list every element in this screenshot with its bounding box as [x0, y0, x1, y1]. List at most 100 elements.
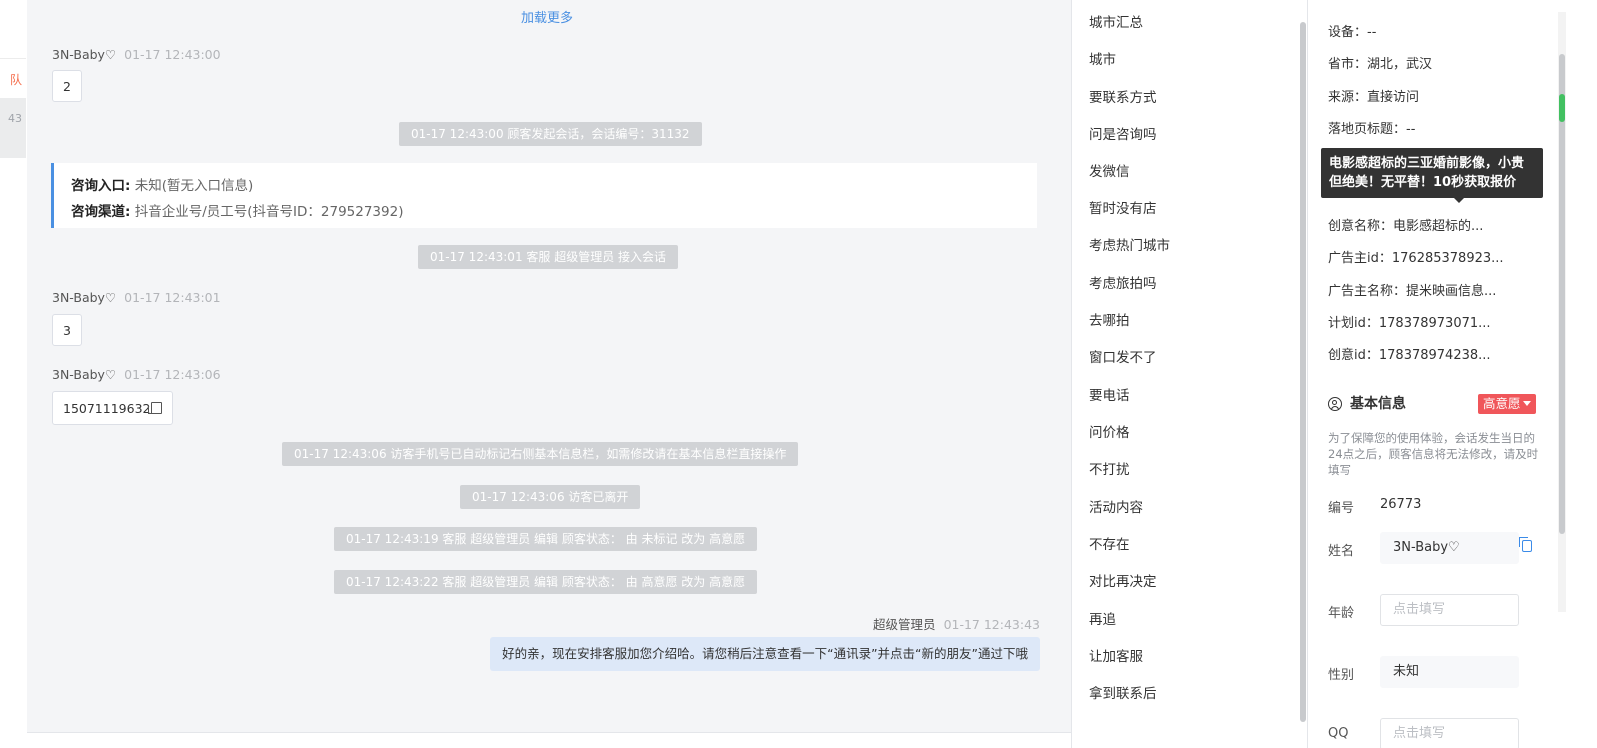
tag-item[interactable]: 去哪拍: [1089, 309, 1130, 329]
info-row-device: 设备：--: [1328, 21, 1376, 40]
info-label: 广告主名称：: [1328, 284, 1407, 299]
input-area-edge[interactable]: [27, 732, 1091, 748]
tag-item[interactable]: 城市: [1089, 48, 1116, 68]
customer-message: 2: [52, 70, 82, 102]
tag-item[interactable]: 城市汇总: [1089, 11, 1143, 31]
system-message: 01-17 12:43:19 客服 超级管理员 编辑 顾客状态： 由 未标记 改…: [334, 527, 758, 551]
message-meta: 3N-Baby♡ 01-17 12:43:06: [52, 367, 221, 382]
info-row-advertiser-name: 广告主名称：提米映画信息...: [1328, 280, 1496, 299]
info-label: 落地页标题：: [1328, 122, 1407, 137]
info-value: 176285378923...: [1391, 251, 1504, 266]
info-row-plan-id: 计划id：178378973071...: [1328, 312, 1491, 331]
id-value: 26773: [1380, 497, 1422, 512]
info-row-source: 来源：直接访问: [1328, 86, 1419, 105]
info-value: 178378974238...: [1378, 348, 1491, 363]
info-value: 湖北，武汉: [1367, 57, 1433, 72]
agent-message: 好的亲，现在安排客服加您介绍哈。请您稍后注意查看一下“通讯录”并点击“新的朋友”…: [490, 637, 1040, 671]
queue-tab[interactable]: 队: [0, 58, 26, 99]
user-icon: [1328, 397, 1342, 411]
info-row-landing-title: 落地页标题：--: [1328, 118, 1415, 137]
tag-list-scrollbar[interactable]: [1300, 22, 1306, 722]
tag-item[interactable]: 问是咨询吗: [1089, 123, 1157, 143]
tag-item[interactable]: 让加客服: [1089, 645, 1143, 665]
qq-field[interactable]: 点击填写: [1380, 718, 1519, 748]
message-time: 01-17 12:43:06: [124, 367, 221, 382]
customer-message: 3: [52, 314, 82, 346]
customer-message: 15071119632: [52, 391, 174, 425]
agent-name: 超级管理员: [873, 617, 936, 632]
basic-info-title: 基本信息: [1350, 396, 1406, 412]
channel-label: 咨询渠道:: [71, 204, 131, 220]
message-meta: 3N-Baby♡ 01-17 12:43:01: [52, 290, 221, 305]
tag-item[interactable]: 不打扰: [1089, 458, 1130, 478]
message-meta: 3N-Baby♡ 01-17 12:43:00: [52, 47, 221, 62]
basic-info-heading: 基本信息: [1328, 393, 1406, 413]
system-message: 01-17 12:43:00 顾客发起会话，会话编号：31132: [399, 122, 702, 146]
message-text: 15071119632: [63, 401, 151, 416]
active-session-item[interactable]: 43: [0, 98, 26, 158]
tag-item[interactable]: 考虑旅拍吗: [1089, 272, 1157, 292]
info-label: 广告主id：: [1328, 251, 1392, 266]
edit-notice: 为了保障您的使用体验，会话发生当日的24点之后，顾客信息将无法修改，请及时填写: [1328, 431, 1539, 477]
age-field[interactable]: 点击填写: [1380, 594, 1519, 626]
info-label: 设备：: [1328, 25, 1368, 40]
session-time: 43: [8, 112, 22, 125]
tag-item[interactable]: 活动内容: [1089, 496, 1143, 516]
agent-message-meta: 超级管理员 01-17 12:43:43: [873, 614, 1040, 633]
info-panel-scrollbar[interactable]: [1558, 12, 1566, 612]
message-text: 好的亲，现在安排客服加您介绍哈。请您稍后注意查看一下“通讯录”并点击“新的朋友”…: [502, 646, 1028, 661]
session-list-edge: 队 43: [0, 0, 28, 748]
age-label: 年龄: [1328, 606, 1355, 621]
qq-label: QQ: [1328, 726, 1349, 741]
queue-tab-label: 队: [9, 73, 22, 87]
tag-item[interactable]: 不存在: [1089, 533, 1130, 553]
load-more-link[interactable]: 加载更多: [27, 7, 1067, 26]
message-text: 3: [63, 323, 71, 338]
gender-label: 性别: [1328, 668, 1355, 683]
name-label: 姓名: [1328, 544, 1355, 559]
info-label: 创意名称：: [1328, 219, 1394, 234]
scrollbar-thumb[interactable]: [1559, 54, 1565, 534]
tag-item[interactable]: 窗口发不了: [1089, 346, 1157, 366]
entry-label: 咨询入口:: [71, 178, 131, 194]
info-label: 创意id：: [1328, 348, 1379, 363]
tag-item[interactable]: 要联系方式: [1089, 86, 1157, 106]
info-label: 省市：: [1328, 57, 1368, 72]
tag-item[interactable]: 发微信: [1089, 160, 1130, 180]
creative-name-tooltip: 电影感超标的三亚婚前影像，小贵但绝美！无平替！10秒获取报价: [1321, 148, 1543, 203]
info-row-creative-name[interactable]: 创意名称：电影感超标的...: [1328, 215, 1483, 234]
info-row-advertiser-id: 广告主id：176285378923...: [1328, 247, 1504, 266]
tag-item[interactable]: 对比再决定: [1089, 570, 1157, 590]
tag-item[interactable]: 暂时没有店: [1089, 197, 1157, 217]
tag-item[interactable]: 考虑热门城市: [1089, 234, 1170, 254]
info-row-region: 省市：湖北，武汉: [1328, 53, 1432, 72]
system-message: 01-17 12:43:06 访客已离开: [460, 485, 641, 509]
quick-tag-list: 城市汇总 城市 要联系方式 问是咨询吗 发微信 暂时没有店 考虑热门城市 考虑旅…: [1071, 0, 1308, 748]
copy-icon[interactable]: [1519, 537, 1532, 552]
intent-label: 高意愿: [1483, 396, 1521, 411]
id-label: 编号: [1328, 501, 1355, 516]
sender-name: 3N-Baby♡: [52, 290, 117, 305]
info-value: 178378973071...: [1378, 316, 1491, 331]
sender-name: 3N-Baby♡: [52, 367, 117, 382]
tag-item[interactable]: 问价格: [1089, 421, 1130, 441]
tag-item[interactable]: 要电话: [1089, 384, 1130, 404]
sender-name: 3N-Baby♡: [52, 47, 117, 62]
info-value: --: [1367, 25, 1377, 40]
caret-down-icon: [1522, 401, 1531, 406]
system-message: 01-17 12:43:06 访客手机号已自动标记右侧基本信息栏，如需修改请在基…: [282, 442, 799, 466]
tag-item[interactable]: 拿到联系后: [1089, 682, 1157, 702]
system-message: 01-17 12:43:22 客服 超级管理员 编辑 顾客状态： 由 高意愿 改…: [334, 570, 758, 594]
name-field[interactable]: 3N-Baby♡: [1380, 532, 1519, 564]
message-text: 2: [63, 79, 71, 94]
channel-value: 抖音企业号/员工号(抖音号ID：279527392): [134, 204, 404, 220]
copy-icon[interactable]: [148, 402, 163, 414]
info-value: 提米映画信息...: [1406, 284, 1497, 299]
info-label: 来源：: [1328, 90, 1368, 105]
tag-item[interactable]: 再追: [1089, 608, 1116, 628]
message-time: 01-17 12:43:00: [124, 47, 221, 62]
intent-dropdown[interactable]: 高意愿: [1478, 394, 1536, 414]
gender-select[interactable]: 未知: [1380, 656, 1519, 688]
message-time: 01-17 12:43:01: [124, 290, 221, 305]
scroll-indicator: [1559, 94, 1565, 122]
